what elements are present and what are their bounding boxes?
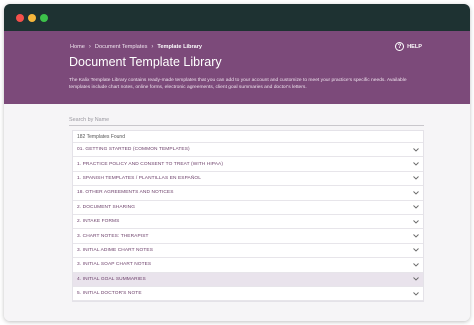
template-category-row[interactable]: 01. GETTING STARTED (COMMON TEMPLATES) (73, 143, 423, 158)
breadcrumb-separator: › (88, 44, 91, 50)
search-input[interactable] (69, 114, 424, 126)
template-category-label: 18. OTHER AGREEMENTS AND NOTICES (77, 190, 174, 196)
template-category-label: 4. INITIAL GOAL SUMMARIES (77, 276, 146, 282)
chevron-down-icon[interactable] (412, 189, 419, 196)
template-category-label: 5. INITIAL DOCTOR'S NOTE (77, 291, 142, 297)
breadcrumb: Home › Document Templates › Template Lib… (70, 44, 202, 50)
chevron-down-icon[interactable] (412, 276, 419, 283)
chevron-down-icon[interactable] (412, 146, 419, 153)
template-category-row[interactable]: 3. INITIAL SOAP CHART NOTES (73, 258, 423, 273)
template-category-label: 2. INTAKE FORMS (77, 219, 120, 225)
template-category-label: 3. INITIAL SOAP CHART NOTES (77, 262, 152, 268)
template-category-row[interactable]: 2. DOCUMENT SHARING (73, 201, 423, 215)
chevron-down-icon[interactable] (412, 261, 419, 268)
template-category-label: 3. INITIAL ADIME CHART NOTES (77, 247, 154, 253)
chevron-down-icon[interactable] (412, 233, 419, 240)
template-category-row[interactable]: 4. INITIAL GOAL SUMMARIES (73, 272, 423, 287)
template-category-row[interactable]: 3. INITIAL ADIME CHART NOTES (73, 244, 423, 259)
template-category-row[interactable]: 1. SPANISH TEMPLATES / PLANTILLAS EN ESP… (73, 172, 423, 187)
template-category-label: 2. DOCUMENT SHARING (77, 204, 136, 210)
help-circle-icon: ? (395, 42, 405, 51)
page-description: The Kalix Template Library contains read… (69, 78, 407, 90)
minimize-window-button[interactable] (28, 14, 36, 22)
chevron-down-icon[interactable] (412, 161, 419, 168)
template-category-label: 3. CHART NOTES: THERAPIST (77, 233, 149, 239)
breadcrumb-document-templates[interactable]: Document Templates (95, 44, 147, 50)
chevron-down-icon[interactable] (412, 204, 419, 211)
chevron-down-icon[interactable] (412, 290, 419, 297)
maximize-window-button[interactable] (40, 14, 48, 22)
template-category-label: 01. GETTING STARTED (COMMON TEMPLATES) (77, 147, 190, 153)
template-category-row[interactable]: 3. CHART NOTES: THERAPIST (73, 229, 423, 244)
template-category-label: 1. PRACTICE POLICY AND CONSENT TO TREAT … (77, 161, 224, 167)
help-label: HELP (407, 43, 422, 50)
app-window: Home › Document Templates › Template Lib… (4, 4, 470, 321)
breadcrumb-separator: › (151, 44, 154, 50)
templates-count: 182 Templates Found (73, 131, 423, 143)
template-list: 182 Templates Found 01. GETTING STARTED … (72, 130, 424, 303)
main-content: 182 Templates Found 01. GETTING STARTED … (4, 104, 470, 321)
breadcrumb-current: Template Library (157, 44, 203, 50)
chevron-down-icon[interactable] (412, 218, 419, 225)
page-title: Document Template Library (69, 55, 222, 69)
chevron-down-icon[interactable] (412, 247, 419, 254)
template-category-row[interactable]: 1. PRACTICE POLICY AND CONSENT TO TREAT … (73, 157, 423, 172)
page-header: Home › Document Templates › Template Lib… (4, 31, 470, 104)
template-category-row[interactable]: 18. OTHER AGREEMENTS AND NOTICES (73, 186, 423, 201)
template-category-label: 1. SPANISH TEMPLATES / PLANTILLAS EN ESP… (77, 175, 202, 181)
window-titlebar (4, 4, 470, 31)
template-category-row[interactable]: 5. INITIAL DOCTOR'S NOTE (73, 287, 423, 302)
chevron-down-icon[interactable] (412, 175, 419, 182)
template-category-row[interactable]: 2. INTAKE FORMS (73, 215, 423, 230)
help-button[interactable]: ? HELP (395, 42, 422, 51)
close-window-button[interactable] (16, 14, 24, 22)
breadcrumb-home[interactable]: Home (70, 44, 85, 50)
